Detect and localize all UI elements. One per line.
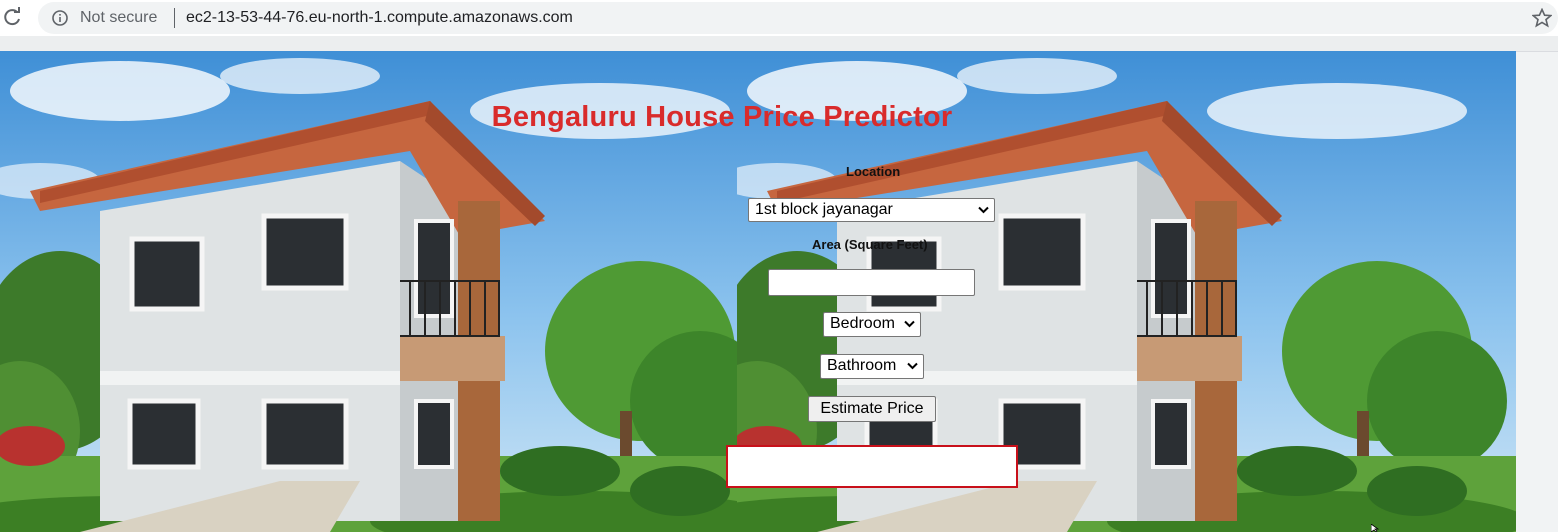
area-label: Area (Square Feet) (812, 237, 928, 252)
page-body: Bengaluru House Price Predictor Location… (0, 51, 1558, 532)
url-text[interactable]: ec2-13-53-44-76.eu-north-1.compute.amazo… (186, 9, 573, 27)
mouse-cursor-icon (1371, 524, 1380, 532)
location-select[interactable]: 1st block jayanagar (748, 198, 995, 222)
area-input[interactable] (768, 269, 975, 296)
bedroom-select-value: Bedroom (830, 315, 895, 332)
page-title: Bengaluru House Price Predictor (491, 101, 953, 133)
reload-icon[interactable] (2, 6, 22, 28)
address-bar[interactable]: Not secure ec2-13-53-44-76.eu-north-1.co… (38, 2, 1558, 34)
security-status: Not secure (80, 9, 158, 26)
divider (174, 8, 175, 28)
toolbar-divider (0, 36, 1558, 52)
browser-toolbar: Not secure ec2-13-53-44-76.eu-north-1.co… (0, 0, 1558, 36)
location-label: Location (846, 164, 901, 179)
chevron-down-icon (907, 362, 918, 370)
bedroom-select[interactable]: Bedroom (823, 312, 921, 337)
estimated-price-output (726, 445, 1018, 488)
star-icon[interactable] (1532, 8, 1552, 28)
bathroom-select[interactable]: Bathroom (820, 354, 924, 379)
estimate-price-button[interactable]: Estimate Price (808, 396, 936, 422)
chevron-down-icon (978, 206, 989, 214)
location-select-value: 1st block jayanagar (755, 201, 893, 218)
bathroom-select-value: Bathroom (827, 357, 897, 374)
info-icon[interactable] (52, 10, 68, 26)
chevron-down-icon (904, 320, 915, 328)
